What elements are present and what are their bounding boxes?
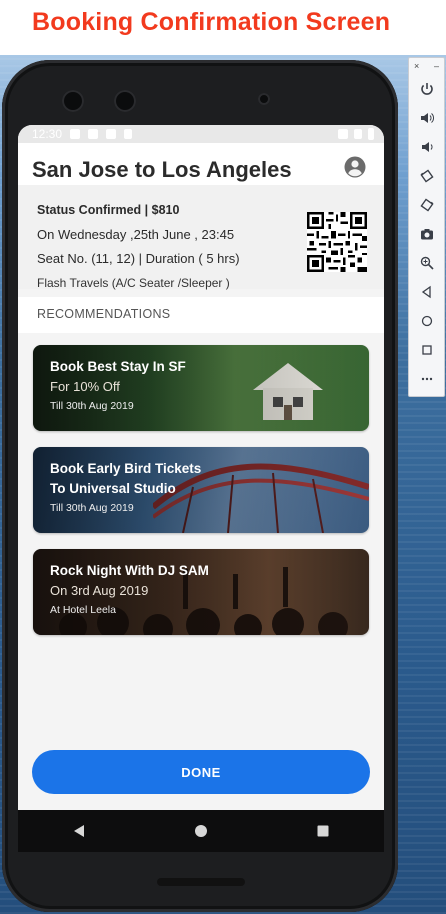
- minimize-icon[interactable]: –: [434, 61, 439, 71]
- camera-icon[interactable]: [409, 219, 445, 248]
- power-icon[interactable]: [409, 74, 445, 103]
- volume-up-icon[interactable]: [409, 103, 445, 132]
- account-circle-icon[interactable]: [344, 156, 366, 178]
- sd-card-icon: [106, 129, 117, 139]
- home-icon[interactable]: [409, 306, 445, 335]
- done-button[interactable]: DONE: [32, 750, 370, 794]
- booking-seat: Seat No. (11, 12) | Duration ( 5 hrs): [37, 251, 240, 266]
- recommendations-label: RECOMMENDATIONS: [37, 307, 171, 321]
- speaker-dot: [258, 93, 270, 105]
- zoom-icon[interactable]: [409, 248, 445, 277]
- status-bar: 12:30: [18, 125, 384, 143]
- page-title: Booking Confirmation Screen: [32, 8, 391, 36]
- recommendation-card-tickets[interactable]: Book Early Bird Tickets To Universal Stu…: [33, 447, 369, 533]
- android-nav-bar: [18, 810, 384, 852]
- recents-square-icon[interactable]: [314, 822, 332, 840]
- recommendations-header: RECOMMENDATIONS: [18, 297, 384, 333]
- back-triangle-icon[interactable]: [70, 822, 88, 840]
- route-title: San Jose to Los Angeles: [32, 157, 292, 182]
- card-detail: Till 30th Aug 2019: [50, 502, 134, 514]
- recommendation-card-concert[interactable]: Rock Night With DJ SAM On 3rd Aug 2019 A…: [33, 549, 369, 635]
- card-detail: Till 30th Aug 2019: [50, 400, 134, 412]
- more-icon[interactable]: [409, 364, 445, 393]
- app-screen: 12:30 San Jose to Los Angeles Status Con…: [18, 125, 384, 810]
- booking-date: On Wednesday ,25th June , 23:45: [37, 227, 235, 242]
- wifi-icon: [338, 129, 348, 139]
- card-title: Book Early Bird Tickets: [50, 461, 202, 476]
- overview-icon[interactable]: [409, 335, 445, 364]
- bottom-speaker: [157, 878, 245, 886]
- status-time: 12:30: [32, 127, 63, 141]
- card-title: Rock Night With DJ SAM: [50, 563, 209, 578]
- card-detail: At Hotel Leela: [50, 604, 116, 616]
- sensor: [114, 90, 136, 112]
- signal-icon: [354, 129, 362, 139]
- booking-details: Status Confirmed | $810 On Wednesday ,25…: [18, 185, 384, 290]
- battery-icon: [368, 128, 374, 140]
- booking-operator: Flash Travels (A/C Seater /Sleeper ): [37, 276, 230, 290]
- emulator-toolbar: × –: [408, 57, 445, 397]
- play-icon: [124, 129, 133, 139]
- settings-icon: [70, 129, 81, 139]
- home-circle-icon[interactable]: [192, 822, 210, 840]
- card-subtitle: On 3rd Aug 2019: [50, 583, 149, 598]
- volume-down-icon[interactable]: [409, 132, 445, 161]
- front-camera: [62, 90, 84, 112]
- shield-icon: [88, 129, 99, 139]
- rotate-left-icon[interactable]: [409, 161, 445, 190]
- card-subtitle: To Universal Studio: [50, 481, 176, 496]
- card-title: Book Best Stay In SF: [50, 359, 186, 374]
- qr-code-icon: [307, 212, 367, 272]
- booking-status: Status Confirmed | $810: [37, 203, 180, 217]
- back-icon[interactable]: [409, 277, 445, 306]
- recommendation-card-stay[interactable]: Book Best Stay In SF For 10% Off Till 30…: [33, 345, 369, 431]
- close-icon[interactable]: ×: [414, 61, 419, 71]
- card-subtitle: For 10% Off: [50, 379, 120, 394]
- rotate-right-icon[interactable]: [409, 190, 445, 219]
